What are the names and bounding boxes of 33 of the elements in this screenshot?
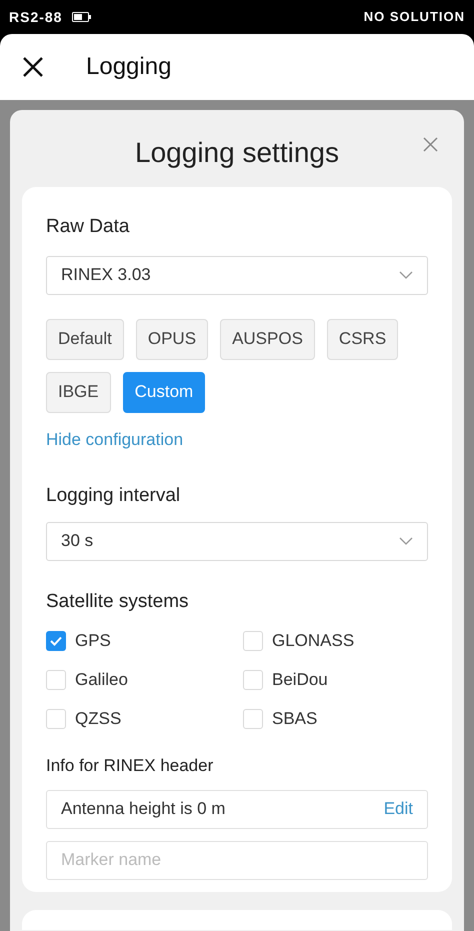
chevron-down-icon — [399, 271, 413, 279]
checkbox-label: GLONASS — [272, 630, 354, 652]
preset-button[interactable]: OPUS — [136, 318, 208, 360]
checkbox-label: BeiDou — [272, 668, 328, 691]
preset-button[interactable]: CSRS — [326, 318, 398, 360]
solution-status: NO SOLUTION — [364, 8, 465, 26]
checkbox[interactable] — [46, 670, 66, 690]
dialog-title: Logging settings — [135, 136, 339, 170]
checkbox[interactable] — [46, 708, 66, 728]
device-name: RS2-88 — [9, 8, 62, 26]
close-icon[interactable] — [22, 56, 44, 78]
checkbox-label: SBAS — [272, 708, 318, 730]
page-title: Logging — [86, 52, 172, 82]
checkbox[interactable] — [243, 630, 263, 650]
preset-button[interactable]: IBGE — [46, 372, 111, 412]
checkbox[interactable] — [243, 670, 263, 690]
preset-button[interactable]: AUSPOS — [220, 318, 315, 360]
checkbox-label: GPS — [75, 630, 111, 652]
checkbox-label: Galileo — [75, 668, 128, 691]
interval-select[interactable]: 30 s — [46, 522, 428, 560]
chevron-down-icon — [399, 537, 413, 545]
antenna-height-text: Antenna height is 0 m — [61, 798, 226, 820]
checkbox[interactable] — [46, 630, 66, 650]
battery-icon — [72, 12, 92, 22]
section-label: Raw Data — [46, 215, 130, 239]
checkbox[interactable] — [243, 708, 263, 728]
preset-button[interactable]: Default — [46, 318, 124, 360]
format-select[interactable]: RINEX 3.03 — [46, 256, 428, 294]
marker-name-field[interactable]: Marker name — [46, 840, 428, 880]
section-label: Logging interval — [46, 484, 182, 508]
section-label: Info for RINEX header — [46, 755, 214, 777]
section-label: Satellite systems — [46, 590, 190, 614]
checkbox-label: QZSS — [75, 708, 122, 730]
